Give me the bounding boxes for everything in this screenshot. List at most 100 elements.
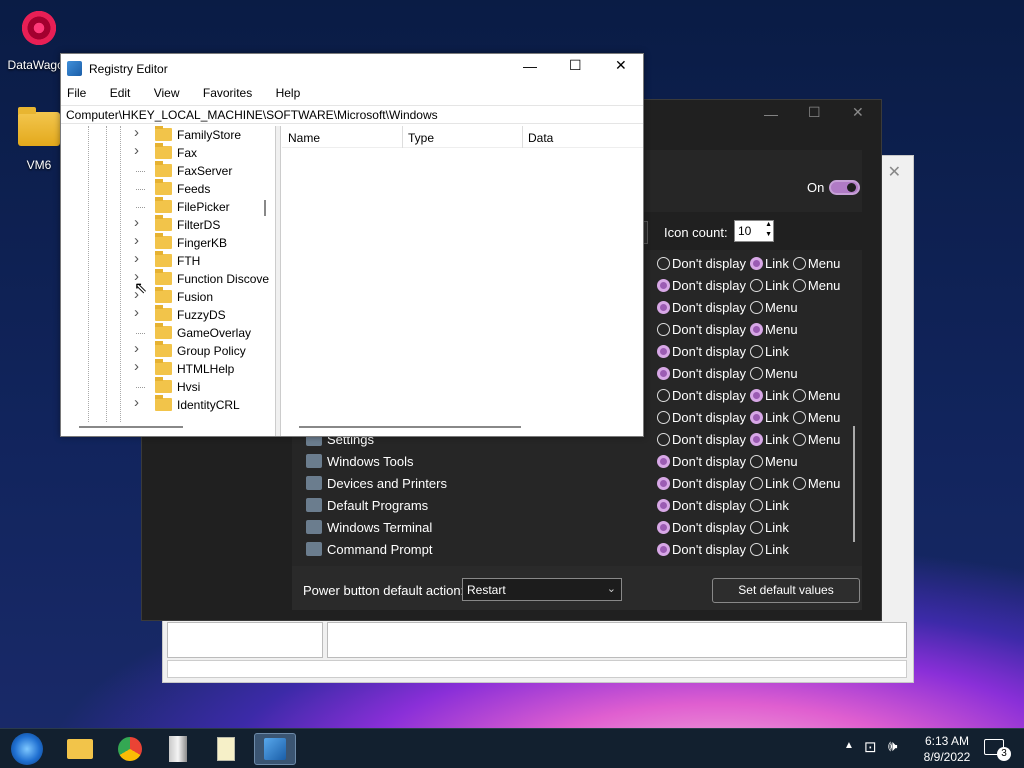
- tree-item[interactable]: › FilterDS: [134, 214, 220, 234]
- menu-help[interactable]: Help: [276, 86, 301, 100]
- tree-item[interactable]: › FTH: [134, 250, 200, 270]
- radio-option[interactable]: Menu: [792, 476, 840, 491]
- address-bar[interactable]: Computer\HKEY_LOCAL_MACHINE\SOFTWARE\Mic…: [61, 105, 643, 124]
- column-divider[interactable]: [402, 126, 403, 148]
- tree-item[interactable]: FilePicker: [136, 197, 230, 216]
- chevron-right-icon[interactable]: ›: [134, 214, 139, 232]
- radio-button[interactable]: [657, 367, 670, 380]
- radio-option[interactable]: Link: [750, 520, 789, 535]
- maximize-icon[interactable]: ☐: [569, 57, 582, 74]
- radio-option[interactable]: Menu: [750, 300, 798, 315]
- tree-item[interactable]: › Fax: [134, 142, 197, 162]
- radio-button[interactable]: [750, 521, 764, 534]
- close-icon[interactable]: ✕: [852, 104, 864, 121]
- radio-option[interactable]: Don't display: [657, 344, 746, 359]
- radio-option[interactable]: Don't display: [657, 388, 746, 403]
- radio-option[interactable]: Don't display: [657, 454, 746, 469]
- radio-button[interactable]: [657, 323, 670, 336]
- radio-button[interactable]: [750, 389, 764, 402]
- radio-button[interactable]: [657, 455, 670, 468]
- notepad-icon[interactable]: [206, 733, 246, 765]
- radio-button[interactable]: [750, 367, 764, 380]
- radio-option[interactable]: Menu: [750, 322, 798, 337]
- radio-option[interactable]: Menu: [750, 366, 798, 381]
- chevron-right-icon[interactable]: ›: [134, 340, 139, 358]
- radio-option[interactable]: Don't display: [657, 278, 746, 293]
- tree-item[interactable]: › HTMLHelp: [134, 358, 234, 378]
- radio-button[interactable]: [750, 543, 764, 556]
- chevron-right-icon[interactable]: ›: [134, 250, 139, 268]
- chevron-right-icon[interactable]: ›: [134, 358, 139, 376]
- radio-option[interactable]: Menu: [792, 410, 840, 425]
- menu-view[interactable]: View: [154, 86, 180, 100]
- radio-button[interactable]: [750, 455, 764, 468]
- splitter[interactable]: [275, 126, 281, 436]
- radio-option[interactable]: Don't display: [657, 322, 746, 337]
- chevron-right-icon[interactable]: ›: [134, 394, 139, 412]
- radio-button[interactable]: [657, 257, 670, 270]
- tree-hscrollbar[interactable]: [79, 426, 183, 428]
- file-explorer-icon[interactable]: [60, 733, 100, 765]
- tree-item[interactable]: GameOverlay: [136, 323, 251, 342]
- radio-option[interactable]: Menu: [750, 454, 798, 469]
- archive-icon[interactable]: [158, 733, 198, 765]
- chrome-icon[interactable]: [110, 733, 150, 765]
- radio-option[interactable]: Link: [750, 432, 789, 447]
- start-orb-icon[interactable]: [6, 733, 48, 765]
- network-icon[interactable]: ⊡: [864, 738, 877, 756]
- list-item[interactable]: Windows Tools: [306, 452, 413, 472]
- tree-item[interactable]: › FingerKB: [134, 232, 227, 252]
- radio-option[interactable]: Don't display: [657, 256, 746, 271]
- radio-button[interactable]: [792, 279, 806, 292]
- radio-button[interactable]: [750, 499, 764, 512]
- radio-button[interactable]: [750, 477, 764, 490]
- tree-item[interactable]: › Group Policy: [134, 340, 246, 360]
- menu-file[interactable]: File: [67, 86, 86, 100]
- radio-button[interactable]: [750, 301, 764, 314]
- tree-item[interactable]: › FuzzyDS: [134, 304, 226, 324]
- tree-item[interactable]: FaxServer: [136, 161, 232, 180]
- radio-button[interactable]: [792, 389, 806, 402]
- notification-center-icon[interactable]: 3: [984, 739, 1011, 761]
- enable-toggle[interactable]: [829, 180, 860, 195]
- radio-option[interactable]: Don't display: [657, 476, 746, 491]
- radio-button[interactable]: [657, 433, 670, 446]
- set-default-button[interactable]: Set default values: [712, 578, 860, 603]
- radio-option[interactable]: Link: [750, 344, 789, 359]
- volume-icon[interactable]: 🕪: [888, 738, 897, 755]
- radio-option[interactable]: Link: [750, 410, 789, 425]
- list-item[interactable]: Windows Terminal: [306, 518, 432, 538]
- radio-option[interactable]: Menu: [792, 278, 840, 293]
- scrollbar[interactable]: [853, 426, 855, 542]
- radio-button[interactable]: [657, 477, 670, 490]
- chevron-right-icon[interactable]: ›: [134, 126, 139, 142]
- radio-button[interactable]: [792, 433, 806, 446]
- chevron-right-icon[interactable]: ›: [134, 232, 139, 250]
- radio-option[interactable]: Don't display: [657, 366, 746, 381]
- radio-button[interactable]: [657, 279, 670, 292]
- chevron-right-icon[interactable]: ›: [134, 142, 139, 160]
- radio-button[interactable]: [657, 345, 670, 358]
- radio-option[interactable]: Don't display: [657, 410, 746, 425]
- radio-button[interactable]: [750, 433, 764, 446]
- stepper-up-icon[interactable]: ▲: [765, 221, 772, 228]
- values-hscrollbar[interactable]: [299, 426, 521, 428]
- radio-option[interactable]: Menu: [792, 256, 840, 271]
- tree-item[interactable]: › FamilyStore: [134, 126, 241, 144]
- radio-option[interactable]: Link: [750, 498, 789, 513]
- radio-button[interactable]: [657, 499, 670, 512]
- radio-button[interactable]: [792, 477, 806, 490]
- radio-option[interactable]: Link: [750, 256, 789, 271]
- menu-edit[interactable]: Edit: [110, 86, 131, 100]
- radio-option[interactable]: Menu: [792, 388, 840, 403]
- clock[interactable]: 6:13 AM 8/9/2022: [916, 733, 978, 765]
- show-hidden-icons[interactable]: ▲: [844, 740, 854, 751]
- tree-item[interactable]: › IdentityCRL: [134, 394, 240, 414]
- list-item[interactable]: Devices and Printers: [306, 474, 447, 494]
- chevron-right-icon[interactable]: ›: [134, 304, 139, 322]
- column-divider[interactable]: [522, 126, 523, 148]
- tree-vscrollbar[interactable]: [264, 200, 266, 216]
- address-path[interactable]: Computer\HKEY_LOCAL_MACHINE\SOFTWARE\Mic…: [66, 108, 438, 122]
- power-action-select[interactable]: Restart ⌄: [462, 578, 622, 601]
- radio-option[interactable]: Don't display: [657, 542, 746, 557]
